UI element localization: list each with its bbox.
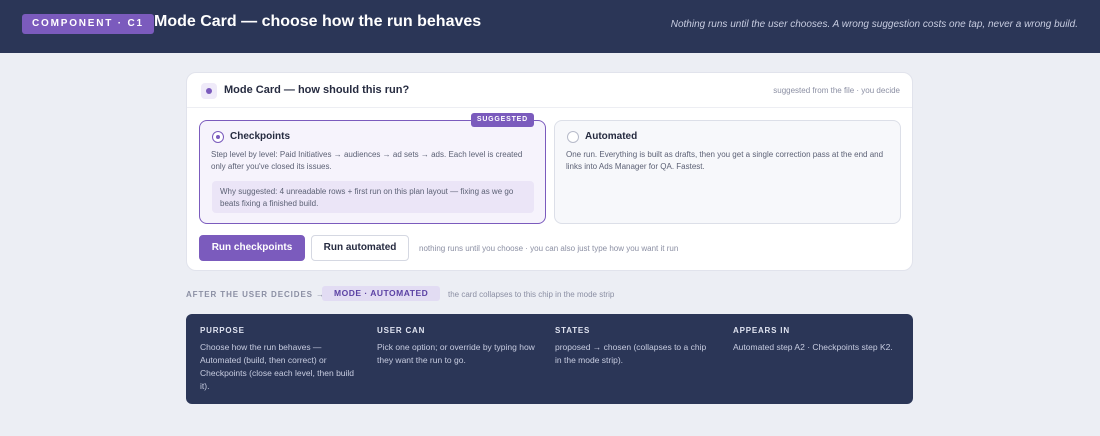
option-description: Step level by level: Paid Initiatives → … [211, 150, 523, 171]
why-suggested-note: Why suggested: 4 unreadable rows + first… [212, 181, 534, 213]
run-checkpoints-button[interactable]: Run checkpoints [199, 235, 305, 261]
info-label: STATES [555, 326, 591, 335]
option-title: Checkpoints [230, 131, 291, 142]
info-states: STATES proposed → chosen (collapses to a… [555, 326, 715, 367]
option-title: Automated [585, 131, 638, 142]
option-automated[interactable]: Automated One run. Everything is built a… [554, 120, 901, 224]
option-description: One run. Everything is built as drafts, … [566, 150, 884, 171]
card-hint: suggested from the file · you decide [773, 86, 900, 95]
chip-note: the card collapses to this chip in the m… [448, 290, 615, 299]
info-label: APPEARS IN [733, 326, 790, 335]
info-label: PURPOSE [200, 326, 245, 335]
mode-card: Mode Card — how should this run? suggest… [186, 72, 913, 271]
after-decides-label: AFTER THE USER DECIDES → [186, 290, 325, 299]
info-purpose: PURPOSE Choose how the run behaves — Aut… [200, 326, 360, 393]
info-label: USER CAN [377, 326, 426, 335]
header-note: Nothing runs until the user chooses. A w… [670, 19, 1078, 30]
run-automated-button[interactable]: Run automated [311, 235, 409, 261]
radio-unselected-icon[interactable] [567, 131, 579, 143]
page-header: COMPONENT · C1 Mode Card — choose how th… [0, 0, 1100, 53]
info-appears-in: APPEARS IN Automated step A2 · Checkpoin… [733, 326, 893, 354]
info-text: Automated step A2 · Checkpoints step K2. [733, 342, 893, 352]
card-divider [187, 107, 912, 108]
actions-note: nothing runs until you choose · you can … [419, 244, 679, 253]
component-badge: COMPONENT · C1 [22, 14, 154, 34]
mode-card-icon [201, 83, 217, 99]
option-checkpoints[interactable]: SUGGESTED Checkpoints Step level by leve… [199, 113, 546, 224]
info-text: Choose how the run behaves — Automated (… [200, 342, 355, 391]
suggested-badge: SUGGESTED [470, 113, 534, 127]
mode-chip: MODE · AUTOMATED [322, 286, 441, 301]
info-panel: PURPOSE Choose how the run behaves — Aut… [186, 314, 913, 404]
info-text: proposed → chosen (collapses to a chip i… [555, 342, 707, 365]
card-title: Mode Card — how should this run? [224, 84, 410, 96]
page-title: Mode Card — choose how the run behaves [154, 13, 482, 30]
info-text: Pick one option; or override by typing h… [377, 342, 535, 365]
radio-selected-icon[interactable] [212, 131, 224, 143]
info-user-can: USER CAN Pick one option; or override by… [377, 326, 537, 367]
